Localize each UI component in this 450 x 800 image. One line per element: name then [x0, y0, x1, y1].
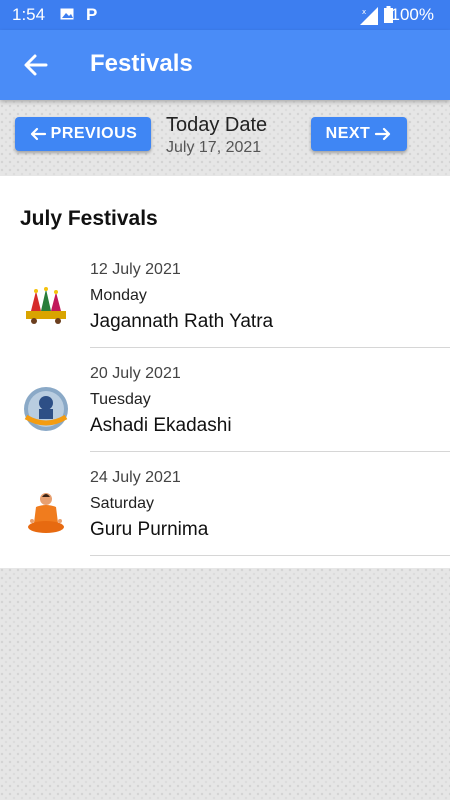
- section-title: July Festivals: [20, 207, 158, 230]
- status-time: 1:54: [12, 5, 46, 24]
- arrow-left-icon: [30, 127, 46, 141]
- status-bar: 1:54 P x 100%: [0, 0, 450, 30]
- festival-name: Guru Purnima: [90, 519, 209, 540]
- festival-date: 24 July 2021: [90, 469, 181, 486]
- today-date-value: July 17, 2021: [166, 139, 262, 156]
- back-button[interactable]: [16, 45, 56, 85]
- today-date-label: Today Date: [166, 114, 268, 136]
- rath-yatra-icon: [26, 287, 66, 324]
- festival-day: Tuesday: [90, 391, 151, 408]
- arrow-left-icon: [24, 54, 48, 76]
- signal-icon: x: [360, 7, 378, 25]
- parking-icon: P: [86, 5, 98, 24]
- festival-name: Jagannath Rath Yatra: [90, 311, 274, 332]
- festival-item[interactable]: 24 July 2021 Saturday Guru Purnima: [0, 459, 450, 563]
- festival-day: Saturday: [90, 495, 155, 512]
- festival-date: 12 July 2021: [90, 261, 181, 278]
- festival-name: Ashadi Ekadashi: [90, 415, 232, 436]
- festival-date: 20 July 2021: [90, 365, 181, 382]
- festival-item[interactable]: 20 July 2021 Tuesday Ashadi Ekadashi: [0, 355, 450, 459]
- arrow-right-icon: [375, 127, 391, 141]
- gallery-icon: [60, 8, 74, 20]
- battery-percent: 100%: [390, 5, 434, 24]
- festival-day: Monday: [90, 287, 147, 304]
- divider: [90, 555, 450, 556]
- festivals-card: July Festivals 12 July 2021 Monday Jagan…: [0, 176, 450, 568]
- page-title: Festivals: [90, 50, 193, 77]
- previous-button[interactable]: PREVIOUS: [15, 117, 151, 151]
- previous-label: PREVIOUS: [50, 125, 138, 142]
- festival-item[interactable]: 12 July 2021 Monday Jagannath Rath Yatra: [0, 251, 450, 355]
- guru-icon: [28, 493, 64, 533]
- next-button[interactable]: NEXT: [311, 117, 407, 151]
- app-bar: Festivals: [0, 30, 450, 100]
- svg-text:x: x: [362, 8, 366, 16]
- divider: [90, 347, 450, 348]
- vitthal-icon: [24, 387, 68, 431]
- divider: [90, 451, 450, 452]
- next-label: NEXT: [325, 125, 371, 142]
